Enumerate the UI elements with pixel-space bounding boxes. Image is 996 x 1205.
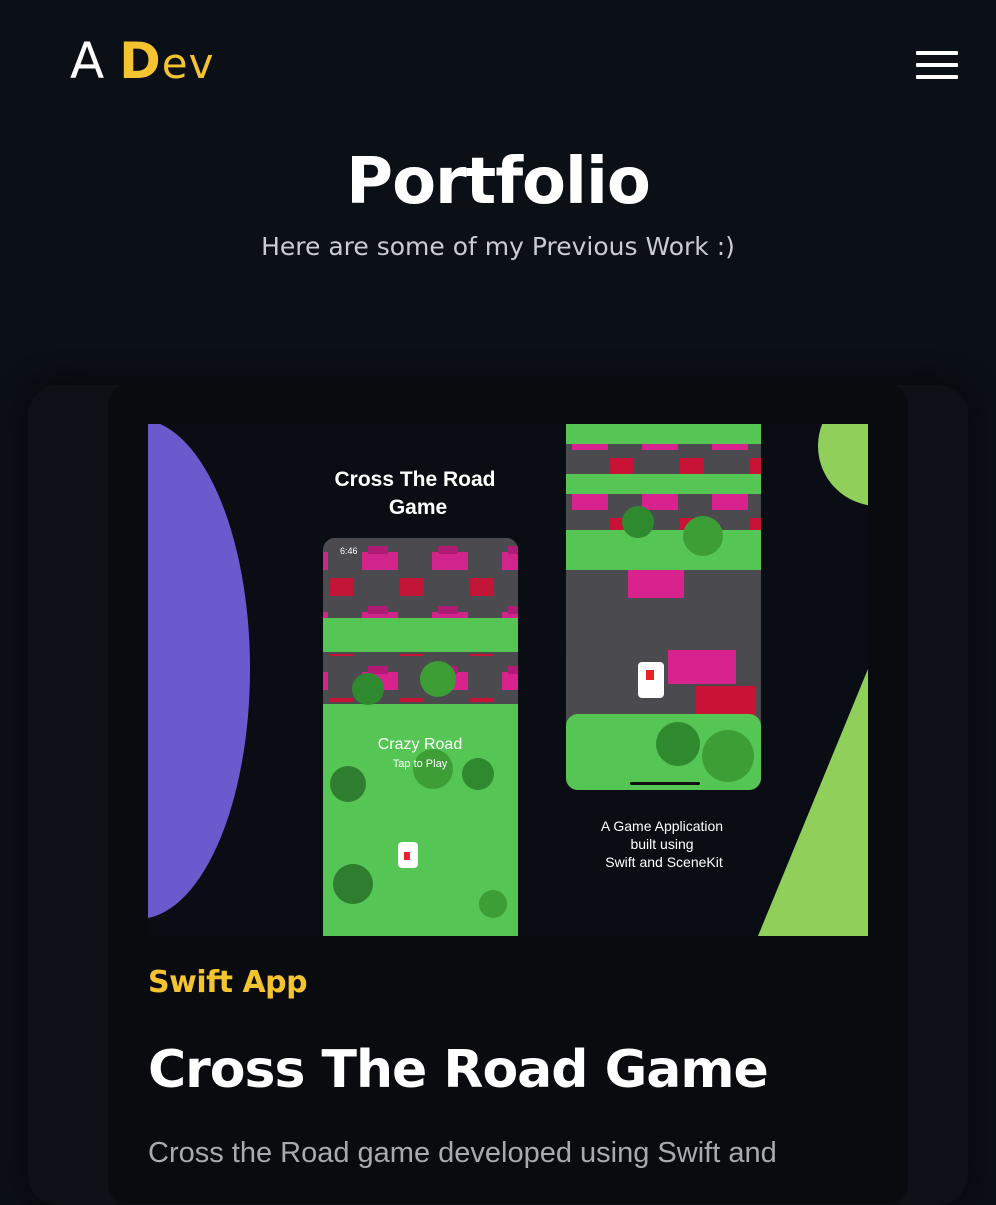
caption-line1: A Game Application [601,818,723,834]
logo-letter-d: D [119,32,162,90]
project-tag: Swift App [148,965,308,1000]
page-subtitle: Here are some of my Previous Work :) [261,232,735,261]
green-circle-shape [818,424,868,506]
phone-mockup-right [566,424,761,790]
image-heading-line2: Game [389,496,447,519]
page-title: Portfolio [346,145,651,219]
image-heading-line1: Cross The Road [334,468,495,491]
menu-bar-bottom [916,75,958,79]
project-preview-graphic: Cross The Road Game 6:46 Crazy Road Tap … [148,424,868,936]
tap-hint: Tap to Play [393,758,448,770]
site-header: A Dev [0,0,996,130]
logo-letter-a: A [70,32,106,90]
project-description: Cross the Road game developed using Swif… [148,1137,777,1169]
menu-bar-middle [916,63,958,67]
project-screenshot[interactable]: Cross The Road Game 6:46 Crazy Road Tap … [148,424,868,936]
status-time: 6:46 [340,546,358,556]
hamburger-menu-icon[interactable] [916,51,960,81]
logo-letters-ev: ev [161,39,215,88]
caption-line2: built using [630,836,693,852]
phone-mockup-left: 6:46 Crazy Road Tap to Play [323,538,518,936]
site-logo[interactable]: A Dev [70,30,214,95]
menu-bar-top [916,51,958,55]
game-name: Crazy Road [378,736,462,753]
purple-shape [148,424,250,918]
project-title[interactable]: Cross The Road Game [148,1040,769,1100]
green-triangle-shape [758,669,868,936]
caption-line3: Swift and SceneKit [605,854,723,870]
